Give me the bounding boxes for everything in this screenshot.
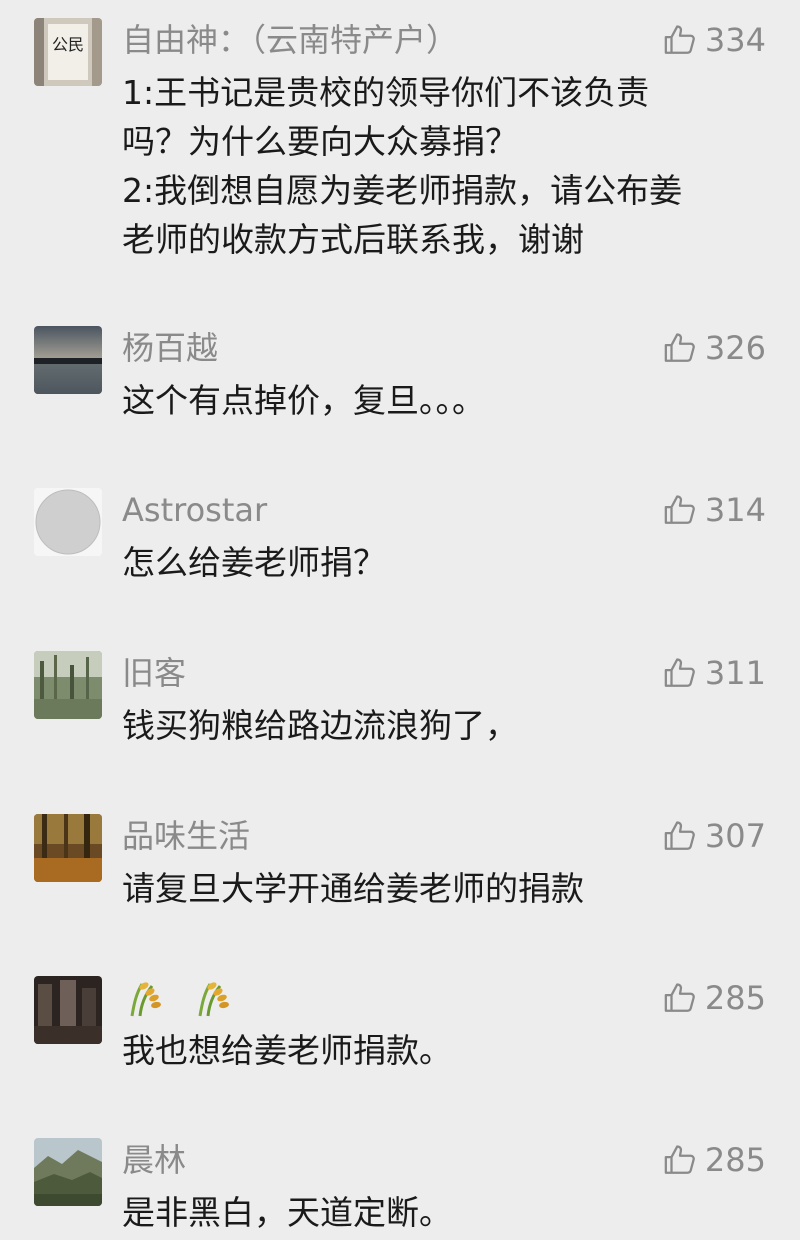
rice-sprout-icon (190, 978, 234, 1027)
comment-author[interactable]: 品味生活 (122, 816, 250, 856)
avatar[interactable] (34, 651, 102, 719)
like-button[interactable]: 314 (663, 490, 766, 530)
like-count: 326 (704, 329, 766, 367)
like-button[interactable]: 334 (663, 20, 766, 60)
avatar[interactable] (34, 488, 102, 556)
rice-sprout-icon (122, 978, 166, 1027)
comment-author[interactable]: 杨百越 (122, 328, 218, 368)
like-button[interactable]: 307 (663, 816, 766, 856)
comment-text: 1:王书记是贵校的领导你们不该负责 吗？为什么要向大众募捐？ 2:我倒想自愿为姜… (122, 73, 683, 259)
comment-text: 是非黑白，天道定断。 (122, 1193, 452, 1232)
like-button[interactable]: 285 (663, 1140, 766, 1180)
like-count: 285 (704, 1141, 766, 1179)
thumbs-up-icon (663, 819, 697, 853)
thumbs-up-icon (663, 23, 697, 57)
comment-text: 请复旦大学开通给姜老师的捐款 (122, 869, 584, 908)
avatar[interactable]: 公民 (34, 18, 102, 86)
avatar[interactable] (34, 976, 102, 1044)
thumbs-up-icon (663, 493, 697, 527)
like-count: 285 (704, 979, 766, 1017)
like-button[interactable]: 285 (663, 978, 766, 1018)
thumbs-up-icon (663, 656, 697, 690)
comment-text: 怎么给姜老师捐？ (122, 543, 386, 582)
avatar[interactable] (34, 326, 102, 394)
thumbs-up-icon (663, 981, 697, 1015)
comment-text: 这个有点掉价，复旦。。。 (122, 381, 485, 420)
like-count: 311 (704, 654, 766, 692)
comment-author[interactable]: 晨林 (122, 1140, 186, 1180)
like-count: 314 (704, 491, 766, 529)
comment-text: 我也想给姜老师捐款。 (122, 1031, 452, 1070)
avatar-calligraphy: 公民 (52, 35, 84, 54)
thumbs-up-icon (663, 1143, 697, 1177)
comment-author[interactable]: Astrostar (122, 490, 267, 530)
avatar[interactable] (34, 1138, 102, 1206)
comment-author[interactable] (122, 978, 248, 1027)
comment-text: 钱买狗粮给路边流浪狗了， (122, 706, 518, 745)
like-button[interactable]: 311 (663, 653, 766, 693)
like-count: 307 (704, 817, 766, 855)
comment-author[interactable]: 旧客 (122, 653, 186, 693)
avatar[interactable] (34, 814, 102, 882)
thumbs-up-icon (663, 331, 697, 365)
comment-author[interactable]: 自由神：（云南特产户） (122, 20, 458, 60)
like-count: 334 (704, 21, 766, 59)
like-button[interactable]: 326 (663, 328, 766, 368)
